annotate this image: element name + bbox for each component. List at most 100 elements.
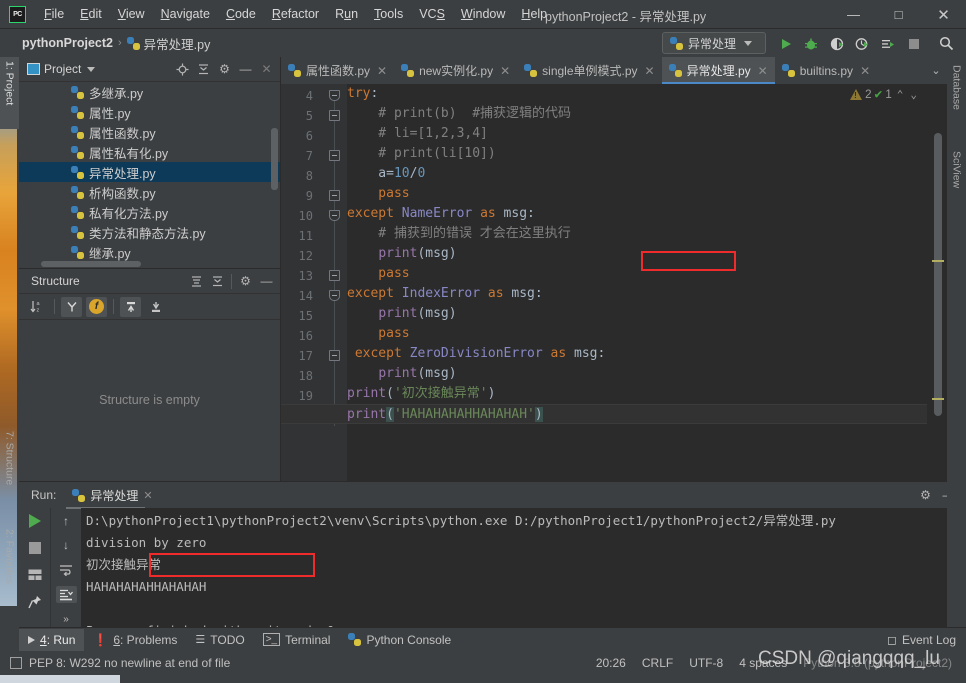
gear-icon[interactable]: ⚙ <box>236 272 255 291</box>
editor-warning-marker[interactable] <box>932 260 944 262</box>
breadcrumb-file[interactable]: 异常处理.py <box>127 34 211 53</box>
close-icon[interactable]: ✕ <box>143 489 152 502</box>
sort-by-visibility-icon[interactable] <box>61 297 82 317</box>
close-icon[interactable]: ✕ <box>921 0 966 29</box>
editor-warning-marker[interactable] <box>932 398 944 400</box>
menu-refactor[interactable]: Refactor <box>264 4 327 24</box>
menu-tools[interactable]: Tools <box>366 4 411 24</box>
gear-icon[interactable]: ⚙ <box>916 486 935 505</box>
stop-button[interactable] <box>903 33 924 54</box>
scroll-to-end-button[interactable] <box>56 586 77 604</box>
menu-file[interactable]: File <box>36 4 72 24</box>
gear-icon[interactable]: ⚙ <box>215 60 234 79</box>
code-line-20-current[interactable]: print('HAHAHAHAHHAHAHAH') <box>281 404 927 424</box>
close-icon[interactable]: ✕ <box>645 64 655 78</box>
menu-view[interactable]: View <box>110 4 153 24</box>
show-imports-icon[interactable] <box>145 297 166 317</box>
search-everywhere-icon[interactable] <box>936 33 957 54</box>
menu-window[interactable]: Window <box>453 4 513 24</box>
breadcrumb-project[interactable]: pythonProject2 <box>22 36 113 50</box>
tree-item[interactable]: 属性函数.py <box>19 122 280 142</box>
code-line-14[interactable]: except IndexError as msg: <box>347 284 543 304</box>
close-icon[interactable]: ✕ <box>758 64 768 78</box>
editor-code-area[interactable]: try: # print(b) #捕获逻辑的代码 # li=[1,2,3,4] … <box>347 84 947 481</box>
code-editor[interactable]: 2 ✔ 1 ⌃ ⌄ 4 5 6 7 8 9 10 11 12 13 14 15 … <box>281 84 947 481</box>
show-fields-icon[interactable]: f <box>86 297 107 317</box>
menu-code[interactable]: Code <box>218 4 264 24</box>
bottom-tab-run[interactable]: 4: Run <box>19 629 84 651</box>
menu-vcs[interactable]: VCS <box>411 4 453 24</box>
inspection-widget[interactable]: 2 ✔ 1 ⌃ ⌄ <box>850 87 919 102</box>
code-line-19[interactable]: print('初次接触异常') <box>347 384 495 404</box>
tree-item-selected[interactable]: 异常处理.py <box>19 162 280 182</box>
next-problem-icon[interactable]: ⌄ <box>908 88 919 101</box>
editor-scrollbar[interactable] <box>934 133 942 416</box>
tree-item[interactable]: 属性私有化.py <box>19 142 280 162</box>
tree-item[interactable]: 多继承.py <box>19 82 280 102</box>
up-arrow-button[interactable]: ↑ <box>56 512 77 530</box>
code-line-17[interactable]: except ZeroDivisionError as msg: <box>347 344 605 364</box>
bottom-tab-problems[interactable]: ❗ 6: Problems <box>84 629 186 651</box>
fold-marker[interactable] <box>329 110 340 121</box>
code-line-13[interactable]: pass <box>347 264 410 284</box>
file-encoding[interactable]: UTF-8 <box>689 656 723 670</box>
project-file-tree[interactable]: 多继承.py 属性.py 属性函数.py 属性私有化.py 异常处理.py 析构… <box>19 82 280 268</box>
locate-icon[interactable] <box>173 60 192 79</box>
fold-marker[interactable] <box>329 290 340 301</box>
fold-marker[interactable] <box>329 350 340 361</box>
pin-button[interactable] <box>24 593 45 611</box>
bottom-tab-terminal[interactable]: >_ Terminal <box>254 629 340 651</box>
tree-item[interactable]: 私有化方法.py <box>19 202 280 222</box>
sidebar-item-database[interactable]: Database <box>947 61 966 139</box>
chevron-down-icon[interactable] <box>87 67 95 72</box>
stop-button[interactable] <box>24 539 45 557</box>
code-line-16[interactable]: pass <box>347 324 410 344</box>
code-line-11[interactable]: # 捕获到的错误 才会在这里执行 <box>347 224 571 244</box>
run-tab[interactable]: 异常处理 ✕ <box>66 484 158 507</box>
code-line-18[interactable]: print(msg) <box>347 364 457 384</box>
run-with-coverage-button[interactable] <box>826 33 847 54</box>
sidebar-item-sciview[interactable]: SciView <box>947 147 966 225</box>
expand-button[interactable]: » <box>56 610 77 628</box>
project-tree-scrollbar[interactable] <box>271 128 278 190</box>
event-log-button[interactable]: ◻ Event Log <box>887 633 966 647</box>
sidebar-item-structure[interactable]: 7: Structure <box>0 427 19 517</box>
prev-problem-icon[interactable]: ⌃ <box>895 88 906 101</box>
sort-alphabetically-icon[interactable]: az <box>27 297 48 317</box>
code-line-5[interactable]: # print(b) #捕获逻辑的代码 <box>347 104 571 124</box>
fold-marker[interactable] <box>329 190 340 201</box>
debug-button[interactable] <box>800 33 821 54</box>
code-line-12[interactable]: print(msg) <box>347 244 457 264</box>
editor-tab-0[interactable]: 属性函数.py ✕ <box>281 57 394 84</box>
code-line-10[interactable]: except NameError as msg: <box>347 204 535 224</box>
code-line-7[interactable]: # print(li[10]) <box>347 144 496 164</box>
show-inherited-icon[interactable] <box>120 297 141 317</box>
minimize-icon[interactable]: — <box>831 0 876 29</box>
menu-edit[interactable]: Edit <box>72 4 110 24</box>
editor-tab-active[interactable]: 异常处理.py ✕ <box>662 57 775 84</box>
collapse-all-icon[interactable] <box>208 272 227 291</box>
profile-button[interactable] <box>851 33 872 54</box>
run-with-console-button[interactable] <box>877 33 898 54</box>
rerun-button[interactable] <box>24 512 45 530</box>
code-line-9[interactable]: pass <box>347 184 410 204</box>
menu-navigate[interactable]: Navigate <box>153 4 218 24</box>
maximize-icon[interactable]: □ <box>876 0 921 29</box>
editor-tab-4[interactable]: builtins.py ✕ <box>775 57 877 84</box>
code-line-6[interactable]: # li=[1,2,3,4] <box>347 124 488 144</box>
code-line-15[interactable]: print(msg) <box>347 304 457 324</box>
down-arrow-button[interactable]: ↓ <box>56 537 77 555</box>
collapse-all-icon[interactable] <box>194 60 213 79</box>
project-tree-hscrollbar[interactable] <box>41 261 141 267</box>
tree-item[interactable]: 析构函数.py <box>19 182 280 202</box>
soft-wrap-button[interactable] <box>56 561 77 579</box>
code-line-8[interactable]: a=10/0 <box>347 164 425 184</box>
bottom-tab-todo[interactable]: ☰ TODO <box>186 629 253 651</box>
print-button[interactable] <box>24 566 45 584</box>
menu-run[interactable]: Run <box>327 4 366 24</box>
editor-tab-1[interactable]: new实例化.py ✕ <box>394 57 517 84</box>
hide-icon[interactable]: — <box>236 60 255 79</box>
tree-item[interactable]: 属性.py <box>19 102 280 122</box>
line-separator[interactable]: CRLF <box>642 656 673 670</box>
tree-item[interactable]: 类方法和静态方法.py <box>19 222 280 242</box>
